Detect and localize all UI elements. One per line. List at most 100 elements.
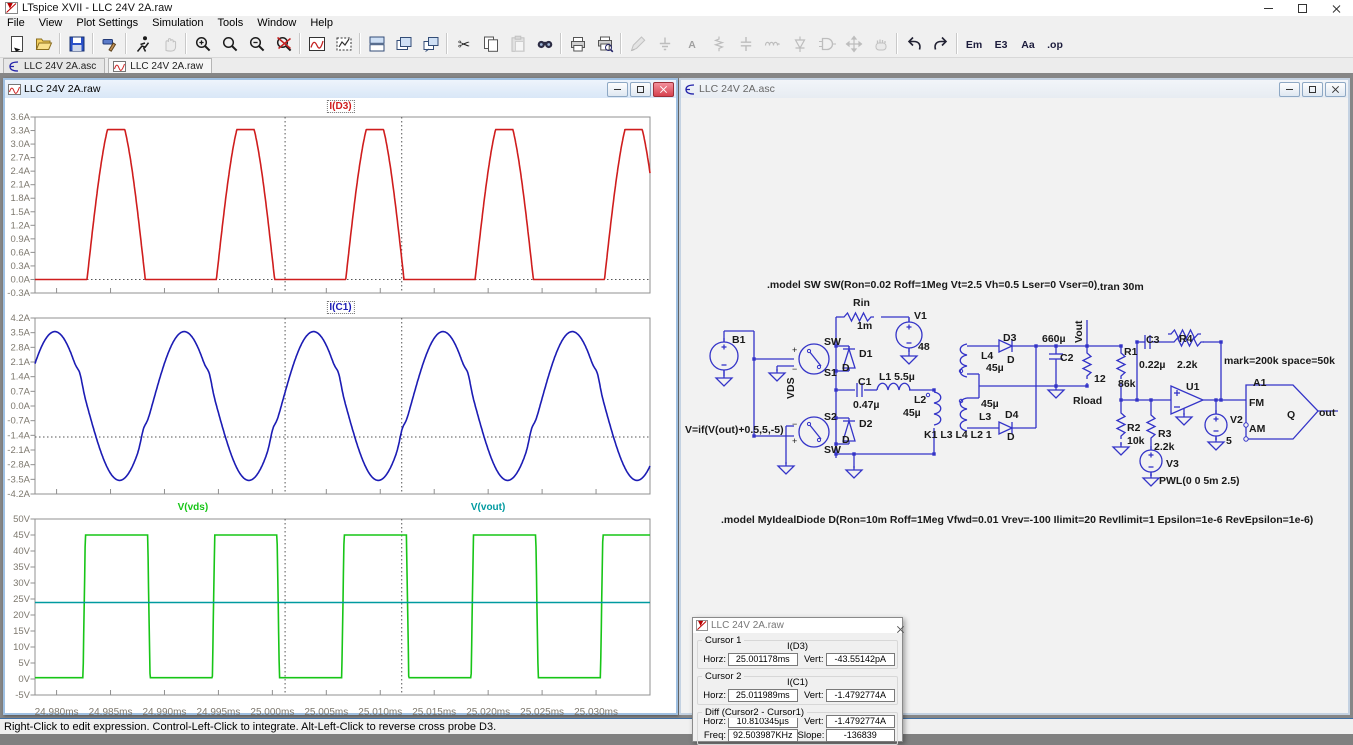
schematic-label[interactable]: D [842, 362, 850, 374]
schematic-label[interactable]: 2.2k [1154, 441, 1175, 453]
zoom-box-icon[interactable] [330, 30, 357, 57]
schematic-label[interactable]: 45µ [981, 398, 999, 410]
cursor1-vert-value[interactable]: -43.55142pA [826, 653, 896, 666]
schematic-label[interactable]: B1 [732, 334, 746, 346]
schematic-label[interactable]: Rin [853, 297, 870, 309]
tab-llc-24v-2a-raw[interactable]: LLC 24V 2A.raw [108, 58, 212, 73]
waveform-pane-3[interactable]: 50V45V40V35V30V25V20V15V10V5V0V-5V [5, 515, 669, 698]
spice-directive-icon[interactable]: .op [1041, 30, 1068, 57]
schematic-label[interactable]: SW [824, 444, 841, 456]
schematic-label[interactable]: D [842, 434, 850, 446]
schematic-label[interactable]: V=if(V(out)+0.5,5,-5) [685, 424, 784, 436]
schematic-label[interactable]: 48 [918, 341, 930, 353]
schematic-label[interactable]: FM [1249, 397, 1264, 409]
sch-minimize-button[interactable] [1279, 82, 1300, 97]
trace-label-vvds[interactable]: V(vds) [176, 502, 211, 513]
cursor-dialog-title-bar[interactable]: LLC 24V 2A.raw [693, 618, 902, 633]
cursor2-horz-value[interactable]: 25.011989ms [728, 689, 798, 702]
schematic-label[interactable]: 45µ [903, 407, 921, 419]
tile-windows-icon[interactable] [363, 30, 390, 57]
schematic-label[interactable]: 2.2k [1177, 359, 1198, 371]
trace-label-id3[interactable]: I(D3) [326, 100, 354, 113]
schematic-label[interactable]: R2 [1127, 422, 1141, 434]
plot-restore-button[interactable] [630, 82, 651, 97]
cursor-dialog[interactable]: LLC 24V 2A.raw Cursor 1 I(D3) Horz: 25.0… [692, 617, 903, 742]
menu-window[interactable]: Window [250, 17, 303, 29]
find-icon[interactable] [531, 30, 558, 57]
schematic-label[interactable]: D2 [859, 418, 873, 430]
schematic-label[interactable]: .tran 30m [1097, 281, 1144, 293]
close-button[interactable] [1319, 0, 1353, 16]
waveform-plot-area[interactable]: I(D3)3.6A3.3A3.0A2.7A2.4A2.1A1.8A1.5A1.2… [5, 98, 676, 713]
zoom-in-icon[interactable] [189, 30, 216, 57]
schematic-label[interactable]: 10k [1127, 435, 1145, 447]
schematic-label[interactable]: 0.22µ [1139, 359, 1166, 371]
print-preview-icon[interactable] [591, 30, 618, 57]
run-simulation-icon[interactable] [129, 30, 156, 57]
schematic-label[interactable]: SW [824, 336, 841, 348]
schematic-label[interactable]: V2 [1230, 414, 1243, 426]
schematic-label[interactable]: C2 [1060, 352, 1074, 364]
schematic-label[interactable]: L1 5.5µ [879, 371, 915, 383]
schematic-label[interactable]: AM [1249, 423, 1266, 435]
schematic-label[interactable]: PWL(0 0 5m 2.5) [1159, 475, 1240, 487]
schematic-label[interactable]: .model SW SW(Ron=0.02 Roff=1Meg Vt=2.5 V… [767, 279, 1097, 291]
zoom-full-extents-icon[interactable] [270, 30, 297, 57]
menu-view[interactable]: View [32, 17, 70, 29]
schematic-label[interactable]: K1 L3 L4 L2 1 [924, 429, 992, 441]
schematic-label[interactable]: U1 [1186, 381, 1200, 393]
print-icon[interactable] [564, 30, 591, 57]
waveform-window-title-bar[interactable]: LLC 24V 2A.raw [5, 80, 676, 98]
freq-value[interactable]: 92.503987KHz [728, 729, 798, 742]
schematic-label[interactable]: D4 [1005, 409, 1019, 421]
slope-value[interactable]: -136839 [826, 729, 896, 742]
schematic-label[interactable]: L4 [981, 350, 993, 362]
autorange-y-icon[interactable] [303, 30, 330, 57]
place-text-icon[interactable]: Aa [1014, 30, 1041, 57]
plot-close-button[interactable] [653, 82, 674, 97]
schematic-label[interactable]: R3 [1158, 428, 1172, 440]
schematic-window-title-bar[interactable]: LLC 24V 2A.asc [681, 80, 1348, 98]
sch-close-button[interactable] [1325, 82, 1346, 97]
new-schematic-icon[interactable] [3, 30, 30, 57]
restore-button[interactable] [1285, 0, 1319, 16]
schematic-label[interactable]: Vout [1073, 320, 1085, 343]
menu-help[interactable]: Help [303, 17, 340, 29]
open-file-icon[interactable] [30, 30, 57, 57]
cascade-windows-icon[interactable] [390, 30, 417, 57]
cursor2-vert-value[interactable]: -1.4792774A [826, 689, 896, 702]
schematic-label[interactable]: L2 [914, 394, 926, 406]
schematic-label[interactable]: R4 [1179, 333, 1193, 345]
schematic-label[interactable]: mark=200k space=50k [1224, 355, 1335, 367]
zoom-out-icon[interactable] [243, 30, 270, 57]
schematic-label[interactable]: D [1007, 431, 1015, 443]
rotate-icon[interactable]: E3 [987, 30, 1014, 57]
save-icon[interactable] [63, 30, 90, 57]
redo-icon[interactable] [927, 30, 954, 57]
schematic-label[interactable]: VDS [785, 377, 797, 399]
schematic-label[interactable]: 86k [1118, 378, 1136, 390]
schematic-label[interactable]: 12 [1094, 373, 1106, 385]
minimize-button[interactable] [1251, 0, 1285, 16]
schematic-label[interactable]: S1 [824, 367, 837, 379]
schematic-label[interactable]: 660µ [1042, 333, 1066, 345]
diff-vert-value[interactable]: -1.4792774A [826, 715, 896, 728]
waveform-pane-2[interactable]: 4.2A3.5A2.8A2.1A1.4A0.7A0.0A-0.7A-1.4A-2… [5, 314, 669, 497]
schematic-label[interactable]: S2 [824, 411, 837, 423]
schematic-label[interactable]: 0.47µ [853, 399, 880, 411]
cut-icon[interactable]: ✂ [450, 30, 477, 57]
schematic-label[interactable]: out [1319, 407, 1336, 419]
menu-plot-settings[interactable]: Plot Settings [69, 17, 145, 29]
control-panel-icon[interactable] [96, 30, 123, 57]
schematic-label[interactable]: V1 [914, 310, 927, 322]
copy-icon[interactable] [477, 30, 504, 57]
schematic-label[interactable]: .model MyIdealDiode D(Ron=10m Roff=1Meg … [721, 514, 1313, 526]
schematic-label[interactable]: D [1007, 354, 1015, 366]
schematic-label[interactable]: 5 [1226, 435, 1232, 447]
schematic-label[interactable]: V3 [1166, 458, 1179, 470]
trace-label-vvout[interactable]: V(vout) [469, 502, 507, 513]
zoom-area-icon[interactable] [216, 30, 243, 57]
schematic-label[interactable]: 1m [857, 320, 872, 332]
schematic-label[interactable]: A1 [1253, 377, 1267, 389]
undo-icon[interactable] [900, 30, 927, 57]
